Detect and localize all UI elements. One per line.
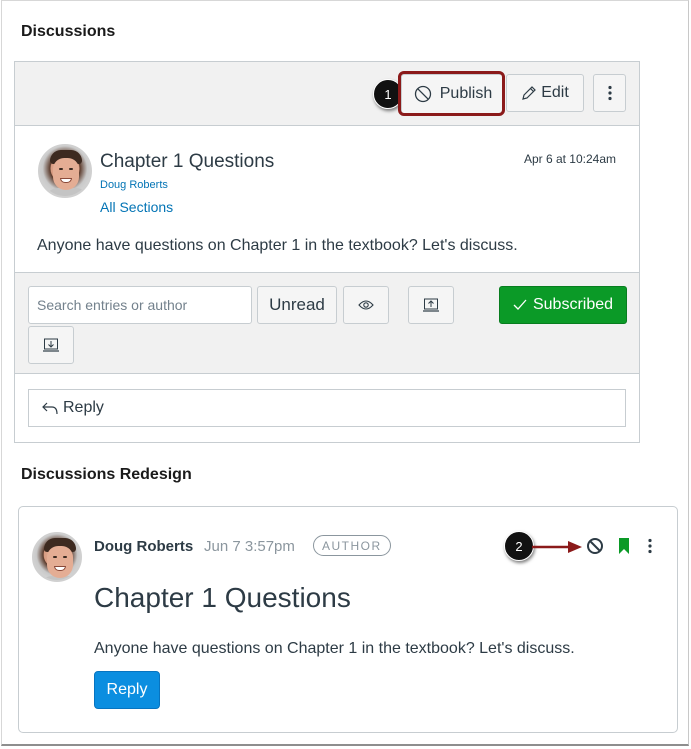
expand-icon	[43, 338, 59, 352]
more-options-button[interactable]	[593, 74, 626, 112]
pencil-icon	[521, 85, 537, 101]
publish-highlight-box	[398, 71, 505, 116]
unread-button[interactable]: Unread	[257, 286, 337, 324]
reply-label: Reply	[63, 399, 104, 416]
reply-box[interactable]: Reply	[28, 389, 626, 427]
redesign-discussion-panel: Doug Roberts Jun 7 3:57pm AUTHOR 2 Chapt…	[18, 506, 678, 733]
subscribed-button[interactable]: Subscribed	[499, 286, 627, 324]
bookmark-icon	[618, 538, 630, 554]
reply-button[interactable]: Reply	[94, 671, 160, 709]
reply-arrow-icon	[41, 401, 59, 415]
kebab-icon	[607, 85, 612, 101]
edit-button[interactable]: Edit	[506, 74, 584, 112]
more-options-button[interactable]	[643, 535, 657, 557]
callout-arrow-icon	[532, 541, 582, 553]
topic-body: Anyone have questions on Chapter 1 in th…	[37, 237, 518, 254]
avatar[interactable]	[32, 532, 82, 582]
section-title-discussions: Discussions	[21, 23, 116, 40]
edit-label: Edit	[541, 84, 569, 101]
collapse-icon	[423, 298, 439, 312]
mark-all-read-button[interactable]	[343, 286, 389, 324]
unpublished-icon	[586, 537, 604, 555]
expand-replies-button[interactable]	[28, 326, 74, 364]
eye-icon	[358, 299, 374, 311]
topic-body: Anyone have questions on Chapter 1 in th…	[94, 640, 575, 657]
topic-title: Chapter 1 Questions	[94, 582, 351, 613]
discussion-filter-bar: Unread Subscribed	[15, 272, 639, 374]
author-name[interactable]: Doug Roberts	[94, 538, 193, 555]
author-link[interactable]: Doug Roberts	[100, 179, 168, 191]
screenshot-frame: Discussions 1 Publish Edit Chapter 1 Que…	[1, 0, 689, 746]
post-date: Jun 7 3:57pm	[204, 538, 295, 555]
old-discussion-panel: 1 Publish Edit Chapter 1 Questions Doug …	[14, 61, 640, 443]
subscribe-button[interactable]	[616, 535, 632, 557]
sections-link[interactable]: All Sections	[100, 199, 173, 215]
discussion-toolbar: 1 Publish Edit	[15, 62, 639, 126]
subscribed-label: Subscribed	[532, 296, 614, 313]
section-title-discussions-redesign: Discussions Redesign	[21, 466, 192, 483]
author-badge: AUTHOR	[313, 535, 391, 556]
topic-title: Chapter 1 Questions	[100, 151, 275, 172]
collapse-replies-button[interactable]	[408, 286, 454, 324]
avatar[interactable]	[38, 144, 92, 198]
checkmark-icon	[513, 299, 527, 311]
discussion-topic-header: Chapter 1 Questions Doug Roberts All Sec…	[15, 127, 639, 272]
kebab-icon	[648, 538, 652, 554]
publish-toggle-button[interactable]	[585, 535, 605, 557]
post-date: Apr 6 at 10:24am	[523, 152, 616, 166]
search-input[interactable]	[28, 286, 252, 324]
callout-badge: 2	[504, 531, 534, 561]
